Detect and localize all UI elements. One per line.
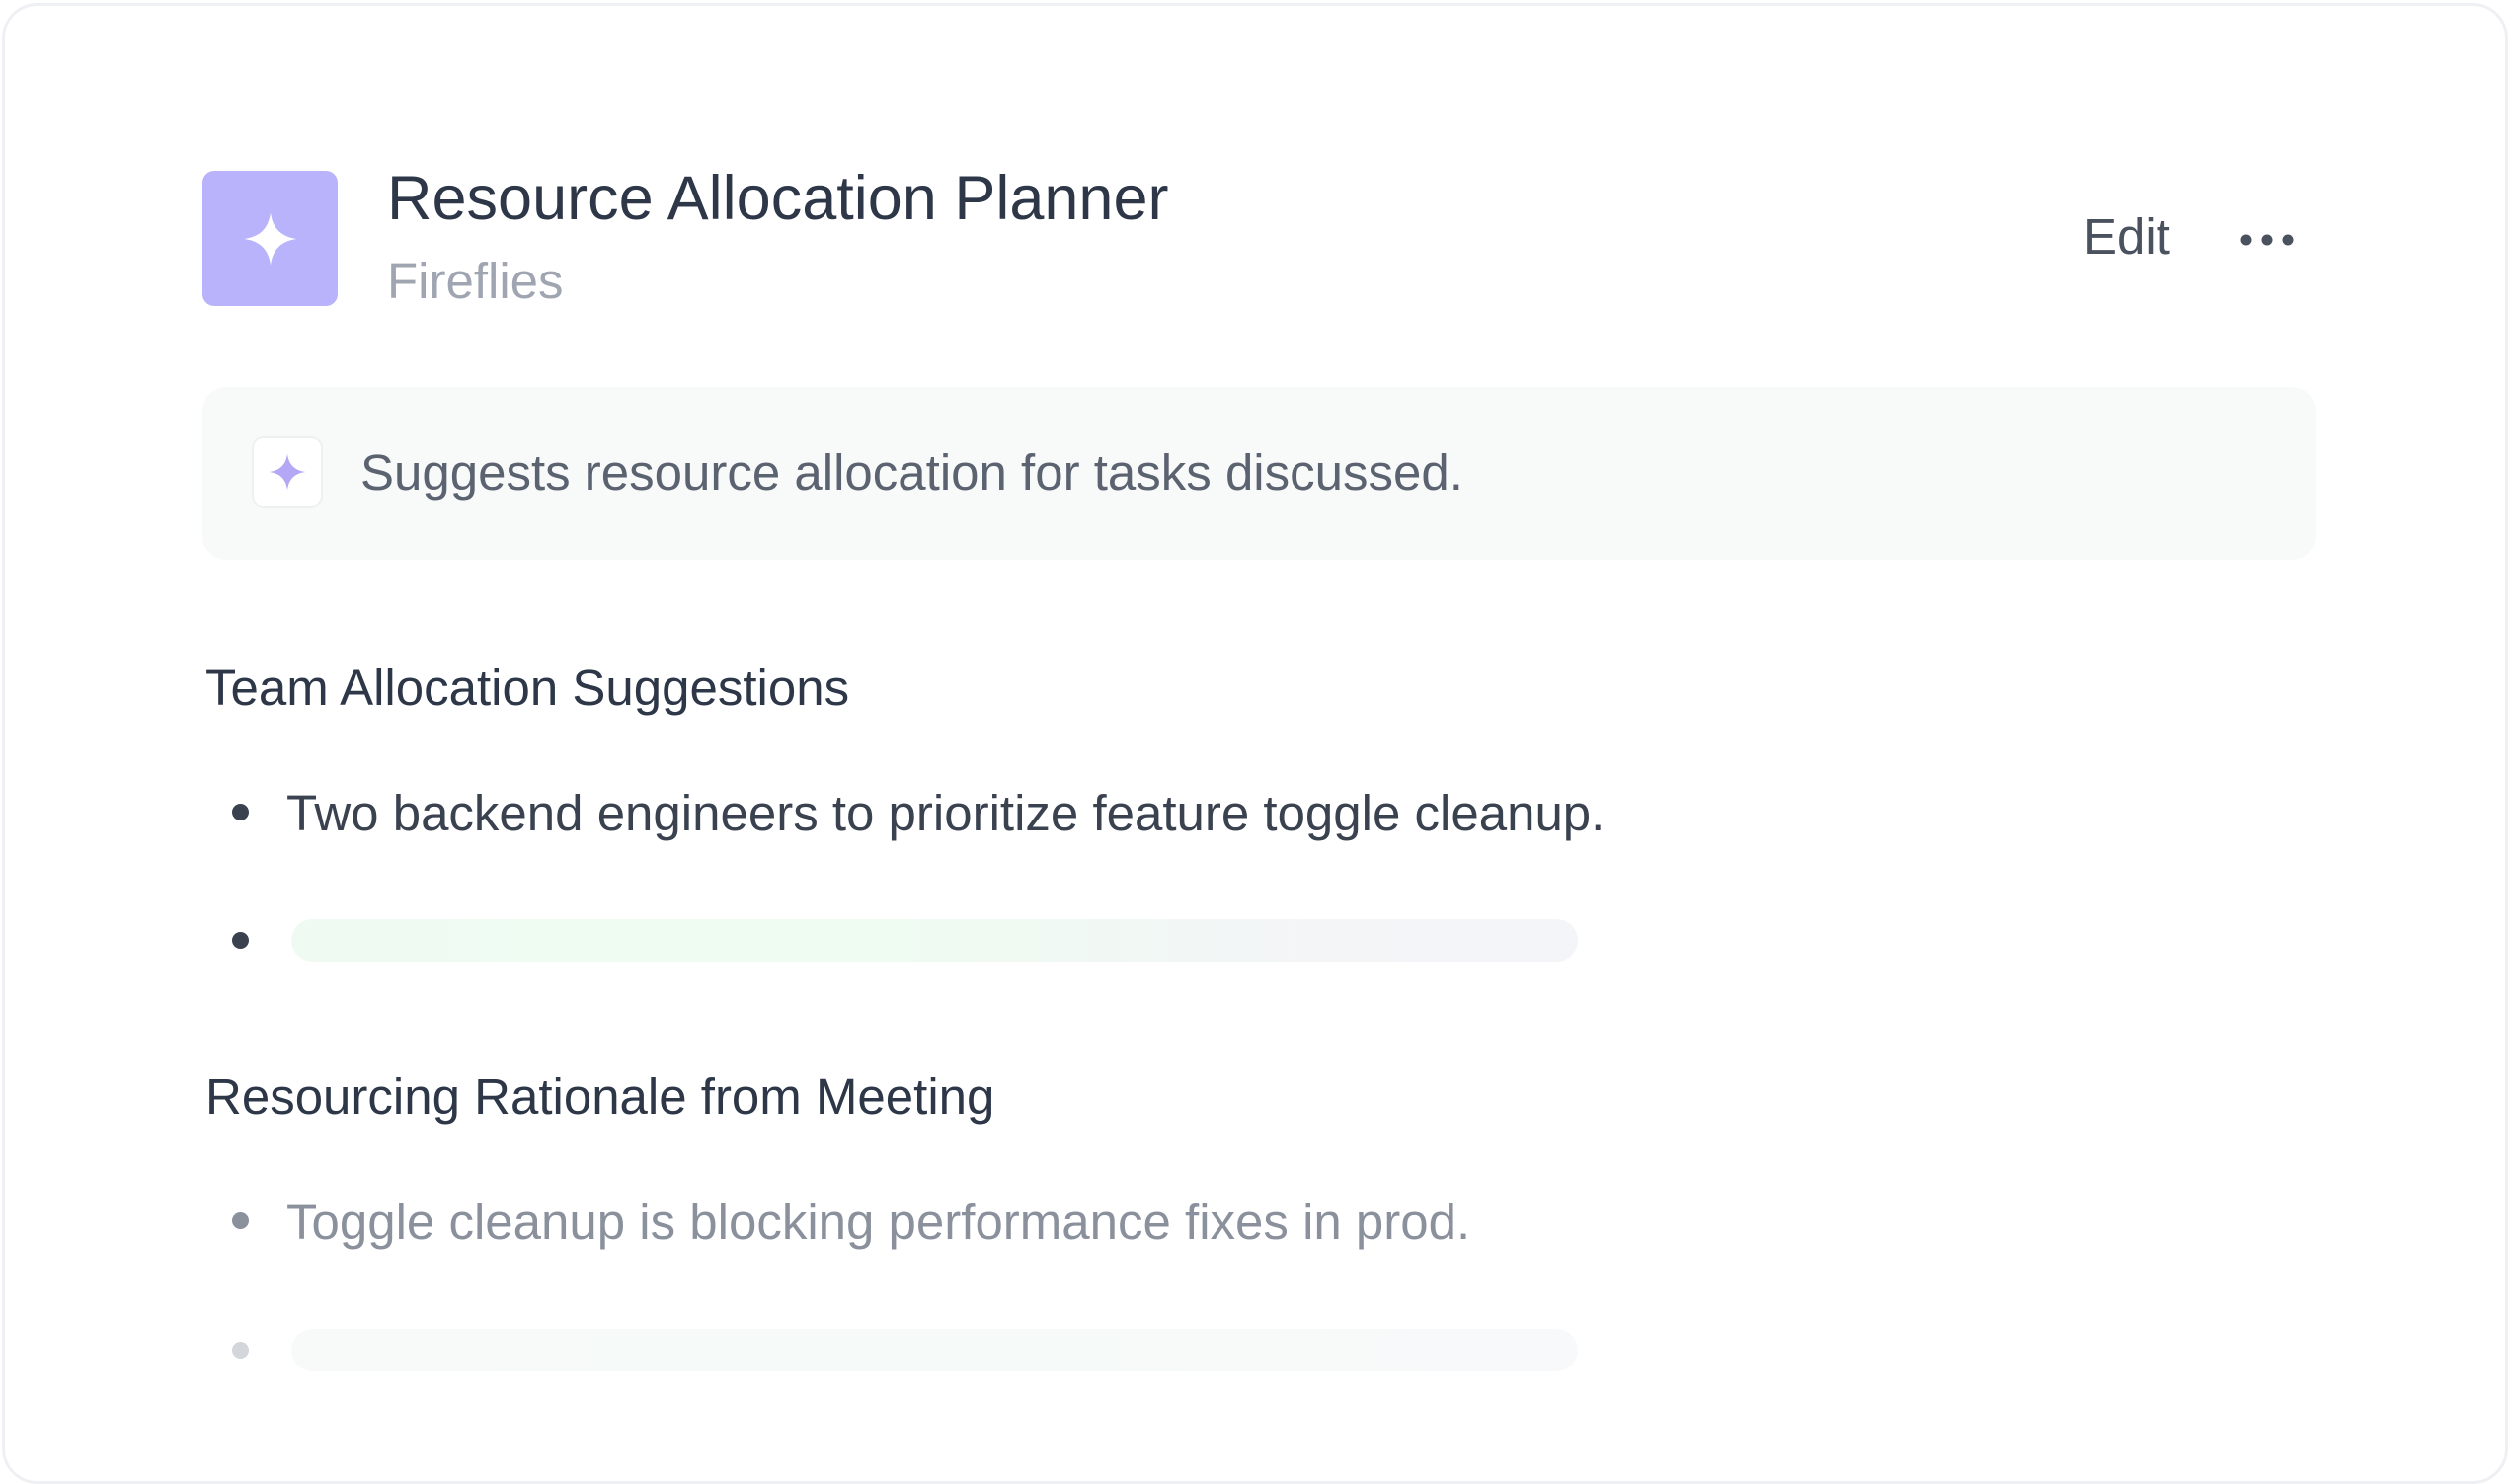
section-heading: Resourcing Rationale from Meeting — [205, 1068, 995, 1125]
loading-placeholder — [291, 919, 1578, 962]
bullet-icon — [232, 1342, 249, 1359]
agent-card: Resource Allocation Planner Fireflies Ed… — [2, 3, 2508, 1484]
sparkle-icon — [202, 171, 338, 306]
sparkle-icon — [252, 436, 323, 508]
loading-placeholder — [291, 1329, 1578, 1371]
list-item: Two backend engineers to prioritize feat… — [286, 785, 1606, 841]
bullet-icon — [232, 932, 249, 949]
list-item: Toggle cleanup is blocking performance f… — [286, 1194, 1471, 1250]
summary-text: Suggests resource allocation for tasks d… — [360, 444, 1463, 501]
section-heading: Team Allocation Suggestions — [205, 660, 850, 716]
bullet-icon — [232, 1212, 249, 1229]
app-source-label: Fireflies — [387, 253, 564, 309]
more-options-icon[interactable] — [2232, 209, 2303, 271]
edit-button[interactable]: Edit — [2083, 206, 2170, 268]
bullet-icon — [232, 804, 249, 820]
page-title: Resource Allocation Planner — [387, 164, 1169, 233]
summary-box: Suggests resource allocation for tasks d… — [202, 387, 2316, 560]
